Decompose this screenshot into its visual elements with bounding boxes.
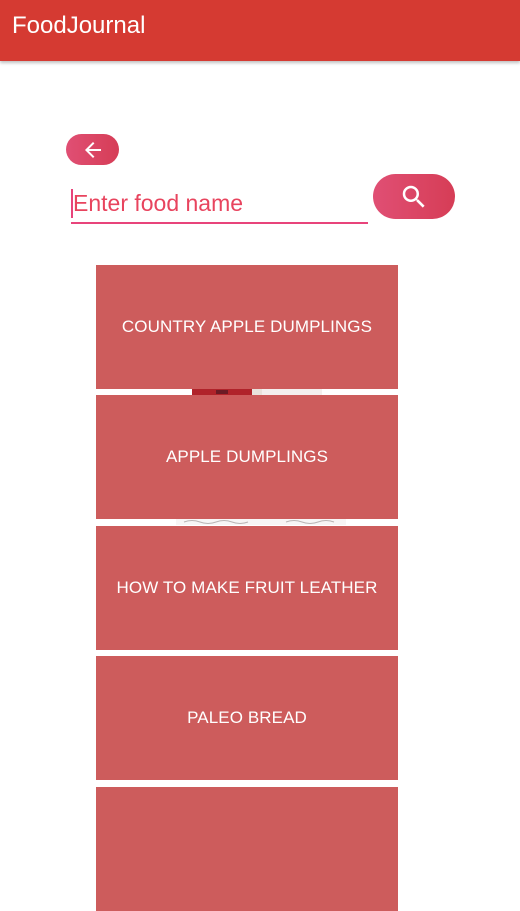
- search-input[interactable]: [71, 186, 370, 220]
- app-bar: FoodJournal: [0, 0, 520, 61]
- search-icon: [402, 185, 425, 208]
- search-button[interactable]: [373, 174, 455, 219]
- search-field: [71, 186, 370, 224]
- app-title: FoodJournal: [12, 12, 146, 39]
- list-item-label: HOW TO MAKE FRUIT LEATHER: [116, 578, 378, 597]
- list-item[interactable]: PALEO BREAD: [96, 656, 398, 780]
- list-item[interactable]: HOW TO MAKE FRUIT LEATHER: [96, 526, 398, 650]
- list-item[interactable]: COUNTRY APPLE DUMPLINGS: [96, 265, 398, 389]
- text-cursor: [71, 189, 73, 218]
- arrow-left-icon: [84, 141, 101, 158]
- list-item[interactable]: APPLE DUMPLINGS: [96, 395, 398, 519]
- back-button[interactable]: [66, 134, 119, 165]
- list-item-label: COUNTRY APPLE DUMPLINGS: [121, 317, 373, 336]
- list-item-label: APPLE DUMPLINGS: [165, 447, 329, 466]
- food-photo-peek: [176, 519, 346, 525]
- list-item-label: PALEO BREAD: [187, 708, 307, 727]
- list-item[interactable]: [96, 787, 398, 911]
